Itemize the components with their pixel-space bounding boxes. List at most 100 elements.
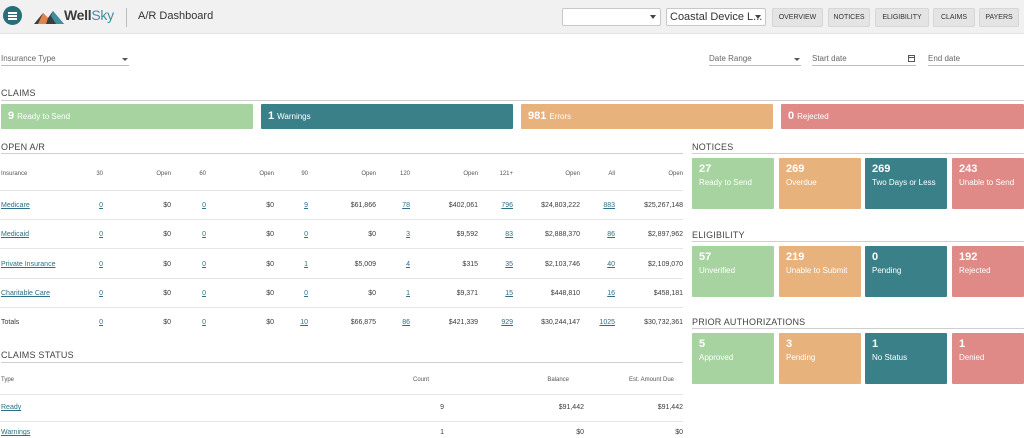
notices-card-unable-to-send[interactable]: 243 Unable to Send	[952, 158, 1024, 209]
count-link[interactable]: 15	[443, 290, 513, 297]
card-label: Rejected	[959, 266, 991, 275]
card-count: 243	[959, 163, 978, 175]
status-type-link[interactable]: Ready	[1, 404, 21, 411]
count-link[interactable]: 1025	[545, 319, 615, 326]
card-label: Ready to Send	[699, 178, 752, 187]
open-amount: $25,267,148	[644, 202, 683, 209]
count-link[interactable]: 0	[238, 290, 308, 297]
count-link[interactable]: 883	[545, 202, 615, 209]
prior-auth-section-title: PRIOR AUTHORIZATIONS	[692, 317, 806, 327]
count-link[interactable]: 9	[238, 202, 308, 209]
count-link[interactable]: 0	[136, 290, 206, 297]
count-link[interactable]: 86	[340, 319, 410, 326]
column-header: 60	[199, 171, 206, 177]
column-header: Est. Amount Due	[628, 377, 674, 383]
card-count: 192	[959, 251, 978, 263]
notices-card-two-days-or-less[interactable]: 269 Two Days or Less	[865, 158, 947, 209]
count-link[interactable]: 0	[136, 261, 206, 268]
card-label: Denied	[959, 353, 985, 362]
notices-section-title: NOTICES	[692, 142, 734, 152]
eligibility-card-unable-to-submit[interactable]: 219 Unable to Submit	[779, 246, 861, 297]
header-divider	[0, 190, 683, 191]
card-count: 57	[699, 251, 712, 263]
eligibility-card-pending[interactable]: 0 Pending	[865, 246, 947, 297]
notices-card-overdue[interactable]: 269 Overdue	[779, 158, 861, 209]
row-divider	[0, 421, 683, 422]
open-amount: $30,732,361	[644, 319, 683, 326]
prior-auth-card-denied[interactable]: 1 Denied	[952, 333, 1024, 384]
column-header: Insurance	[1, 171, 28, 177]
status-due: $91,442	[657, 404, 683, 411]
card-label: Unable to Submit	[786, 266, 848, 275]
column-header: 90	[301, 171, 308, 177]
column-header: 120	[399, 171, 410, 177]
count-link[interactable]: 0	[136, 202, 206, 209]
card-count: 0	[788, 110, 795, 122]
count-link[interactable]: 3	[340, 231, 410, 238]
calendar-icon[interactable]	[908, 55, 915, 62]
card-count: 27	[699, 163, 712, 175]
card-label: Pending	[786, 353, 816, 362]
count-link[interactable]: 86	[545, 231, 615, 238]
section-divider	[692, 153, 1024, 154]
count-link[interactable]: 16	[545, 290, 615, 297]
count-link[interactable]: 10	[238, 319, 308, 326]
card-count: 1	[959, 338, 966, 350]
prior-auth-card-pending[interactable]: 3 Pending	[779, 333, 861, 384]
nav-eligibility-button[interactable]: ELIGIBILITY	[875, 8, 929, 27]
prior-auth-card-approved[interactable]: 5 Approved	[692, 333, 774, 384]
count-link[interactable]: 929	[443, 319, 513, 326]
card-label: Approved	[699, 353, 734, 362]
card-label: Two Days or Less	[872, 178, 936, 187]
card-label: Rejected	[797, 112, 829, 121]
card-count: 269	[786, 163, 805, 175]
count-link[interactable]: 0	[136, 319, 206, 326]
card-count: 0	[872, 251, 879, 263]
header-divider	[0, 394, 683, 395]
status-balance: $0	[576, 429, 584, 436]
claims-card-rejected[interactable]: 0 Rejected	[781, 104, 1024, 129]
end-date-input[interactable]: End date	[928, 52, 1024, 66]
count-link[interactable]: 0	[33, 290, 103, 297]
count-link[interactable]: 0	[33, 319, 103, 326]
status-type-link[interactable]: Warnings	[1, 429, 30, 436]
date-range-select[interactable]: Date Range	[709, 52, 801, 66]
insurance-name[interactable]: Medicaid	[1, 231, 29, 238]
count-link[interactable]: 83	[443, 231, 513, 238]
count-link[interactable]: 35	[443, 261, 513, 268]
eligibility-card-unverified[interactable]: 57 Unverified	[692, 246, 774, 297]
count-link[interactable]: 0	[33, 261, 103, 268]
count-link[interactable]: 4	[340, 261, 410, 268]
nav-payers-button[interactable]: PAYERS	[979, 8, 1019, 27]
count-link[interactable]: 1	[340, 290, 410, 297]
count-link[interactable]: 40	[545, 261, 615, 268]
column-header: 30	[96, 171, 103, 177]
prior-auth-card-no-status[interactable]: 1 No Status	[865, 333, 947, 384]
column-header: All	[608, 171, 615, 177]
eligibility-section-title: ELIGIBILITY	[692, 230, 745, 240]
count-link[interactable]: 0	[33, 202, 103, 209]
card-count: 5	[699, 338, 706, 350]
section-divider	[1, 362, 683, 363]
column-header: Open	[668, 171, 683, 177]
nav-claims-button[interactable]: CLAIMS	[933, 8, 975, 27]
column-header: Count	[412, 377, 429, 383]
status-count: 9	[440, 404, 444, 411]
eligibility-card-rejected[interactable]: 192 Rejected	[952, 246, 1024, 297]
card-count: 1	[872, 338, 879, 350]
start-date-input[interactable]: Start date	[812, 52, 916, 66]
notices-card-ready-to-send[interactable]: 27 Ready to Send	[692, 158, 774, 209]
insurance-name[interactable]: Medicare	[1, 202, 30, 209]
open-amount: $458,181	[653, 290, 683, 297]
count-link[interactable]: 0	[136, 231, 206, 238]
row-divider	[0, 278, 683, 279]
count-link[interactable]: 0	[238, 231, 308, 238]
count-link[interactable]: 796	[443, 202, 513, 209]
nav-notices-button[interactable]: NOTICES	[828, 8, 870, 27]
count-link[interactable]: 1	[238, 261, 308, 268]
count-link[interactable]: 78	[340, 202, 410, 209]
nav-overview-button[interactable]: OVERVIEW	[772, 8, 823, 27]
card-count: 219	[786, 251, 805, 263]
open-amount: $2,109,070	[647, 261, 683, 268]
count-link[interactable]: 0	[33, 231, 103, 238]
